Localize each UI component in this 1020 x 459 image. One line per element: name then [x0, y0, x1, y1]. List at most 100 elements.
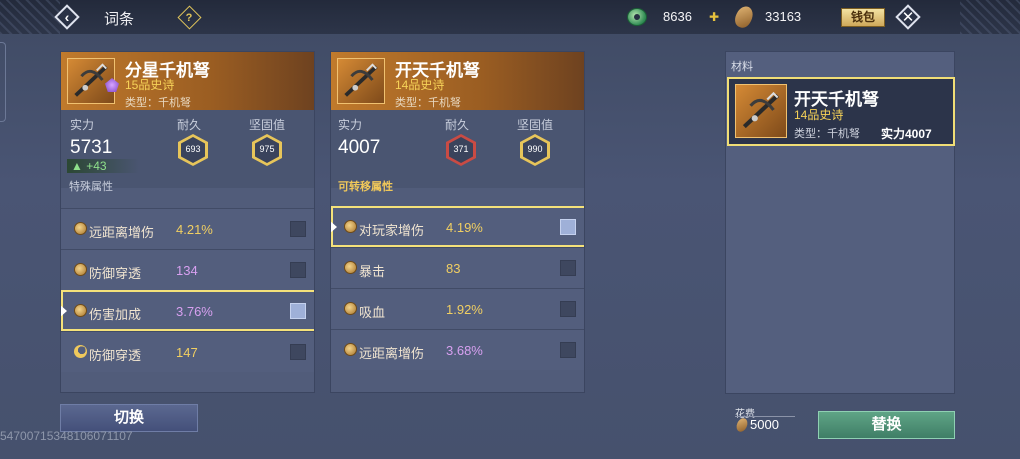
material-card[interactable]: 开天千机弩 14品史诗 类型：千机弩 实力4007	[727, 77, 955, 146]
attribute-row-selected[interactable]: 伤害加成 3.76%	[61, 290, 314, 331]
help-icon: ?	[186, 11, 193, 24]
attribute-row-selected[interactable]: 对玩家增伤 4.19%	[331, 206, 584, 247]
section-label: 特殊属性	[69, 181, 113, 193]
solidity-label: 坚固值	[517, 118, 554, 132]
solidity-hex: 975	[252, 134, 282, 166]
plus-icon[interactable]: ✚	[709, 10, 719, 24]
selection-arrow-icon	[61, 304, 67, 318]
back-button[interactable]: ‹	[54, 4, 80, 30]
attribute-row[interactable]: 防御穿透 134	[61, 249, 314, 290]
jade-amount: 8636	[663, 9, 692, 24]
attribute-icon	[74, 222, 87, 235]
material-panel: 材料 开天千机弩 14品史诗 类型：千机弩 实力4007	[725, 51, 955, 394]
attribute-icon	[74, 263, 87, 276]
item-type: 类型：千机弩	[125, 97, 191, 109]
crossbow-icon	[735, 84, 787, 138]
attribute-name: 伤害加成	[89, 307, 142, 322]
cost-value: 5000	[750, 417, 779, 432]
source-item-panel: 开天千机弩 14品史诗 类型：千机弩 实力 4007 耐久 371 坚固值 99…	[330, 51, 585, 393]
stats-area: 实力 4007 耐久 371 坚固值 990 可转移属性	[331, 110, 584, 193]
material-label: 材料	[731, 61, 753, 73]
stats-area: 实力 5731 ▲ +43 耐久 693 坚固值 975 特殊属性	[61, 110, 314, 193]
attribute-row[interactable]: 远距离增伤 3.68%	[331, 329, 584, 370]
attribute-name: 对玩家增伤	[359, 223, 425, 238]
attribute-row[interactable]: 防御穿透 147	[61, 331, 314, 372]
attribute-row[interactable]: 暴击 83	[331, 247, 584, 288]
power-label: 实力	[338, 118, 363, 132]
item-header: 开天千机弩 14品史诗 类型：千机弩	[331, 52, 584, 110]
attribute-value: 134	[176, 263, 198, 278]
attribute-name: 远距离增伤	[89, 225, 155, 240]
attribute-name: 远距离增伤	[359, 346, 425, 361]
attribute-row[interactable]: 吸血 1.92%	[331, 288, 584, 329]
attribute-value: 4.21%	[176, 222, 213, 237]
coin-amount: 33163	[765, 9, 802, 24]
replace-button[interactable]: 替换	[818, 411, 955, 439]
attribute-name: 防御穿透	[89, 266, 142, 281]
attribute-checkbox-checked[interactable]	[290, 303, 306, 319]
item-type: 类型：千机弩	[395, 97, 461, 109]
switch-button[interactable]: 切换	[60, 404, 198, 432]
attribute-name: 吸血	[359, 305, 386, 320]
attribute-checkbox[interactable]	[290, 262, 306, 278]
item-power: 实力4007	[881, 127, 932, 141]
moon-icon	[74, 345, 87, 358]
attribute-icon	[344, 343, 357, 356]
attribute-row[interactable]: 远距离增伤 4.21%	[61, 208, 314, 249]
attribute-value: 4.19%	[446, 220, 483, 235]
close-icon: ✕	[901, 8, 915, 26]
attribute-value: 3.76%	[176, 304, 213, 319]
attribute-value: 1.92%	[446, 302, 483, 317]
item-grade: 14品史诗	[794, 108, 844, 122]
page-title: 词条	[104, 11, 135, 28]
attribute-checkbox[interactable]	[290, 221, 306, 237]
item-type: 类型：千机弩	[794, 128, 860, 140]
up-arrow-icon: ▲	[71, 159, 87, 173]
corner-ornament-left	[0, 0, 60, 34]
attribute-icon	[344, 302, 357, 315]
attribute-list: 对玩家增伤 4.19% 暴击 83 吸血 1.92% 远距离增伤 3.68%	[331, 206, 584, 370]
side-tab[interactable]	[0, 42, 6, 122]
power-increase: ▲ +43	[67, 159, 139, 173]
durability-label: 耐久	[445, 118, 470, 132]
session-id: 5470071534810607110​7	[0, 429, 133, 443]
durability-value: 693	[185, 144, 201, 154]
attribute-value: 3.68%	[446, 343, 483, 358]
wallet-button[interactable]: 钱包	[841, 8, 885, 27]
durability-hex: 371	[446, 134, 476, 166]
attribute-icon	[344, 220, 357, 233]
solidity-value: 975	[259, 144, 275, 154]
solidity-hex: 990	[520, 134, 550, 166]
item-header: 分星千机弩 15品史诗 类型：千机弩	[61, 52, 314, 110]
selection-arrow-icon	[331, 220, 337, 234]
solidity-label: 坚固值	[249, 118, 286, 132]
attribute-list: 远距离增伤 4.21% 防御穿透 134 伤害加成 3.76% 防御穿透 147	[61, 208, 314, 372]
attribute-checkbox[interactable]	[290, 344, 306, 360]
section-label: 可转移属性	[338, 181, 393, 193]
power-value: 4007	[338, 137, 381, 158]
durability-label: 耐久	[177, 118, 202, 132]
durability-value: 371	[453, 144, 469, 154]
durability-hex: 693	[178, 134, 208, 166]
attribute-icon	[344, 261, 357, 274]
close-button[interactable]: ✕	[895, 4, 921, 30]
attribute-name: 防御穿透	[89, 348, 142, 363]
crossbow-icon	[337, 58, 385, 104]
attribute-checkbox-checked[interactable]	[560, 219, 576, 235]
power-increase-value: +43	[86, 159, 107, 173]
item-grade: 15品史诗	[125, 78, 175, 92]
attribute-checkbox[interactable]	[560, 260, 576, 276]
solidity-value: 990	[527, 144, 543, 154]
attribute-checkbox[interactable]	[560, 301, 576, 317]
crossbow-icon	[67, 58, 115, 104]
corner-ornament-right	[960, 0, 1020, 34]
attribute-value: 83	[446, 261, 461, 276]
power-value: 5731	[70, 137, 113, 158]
back-icon: ‹	[64, 9, 70, 25]
item-grade: 14品史诗	[395, 78, 445, 92]
jade-icon	[627, 8, 647, 26]
attribute-name: 暴击	[359, 264, 386, 279]
attribute-checkbox[interactable]	[560, 342, 576, 358]
attribute-value: 147	[176, 345, 198, 360]
power-label: 实力	[70, 118, 95, 132]
